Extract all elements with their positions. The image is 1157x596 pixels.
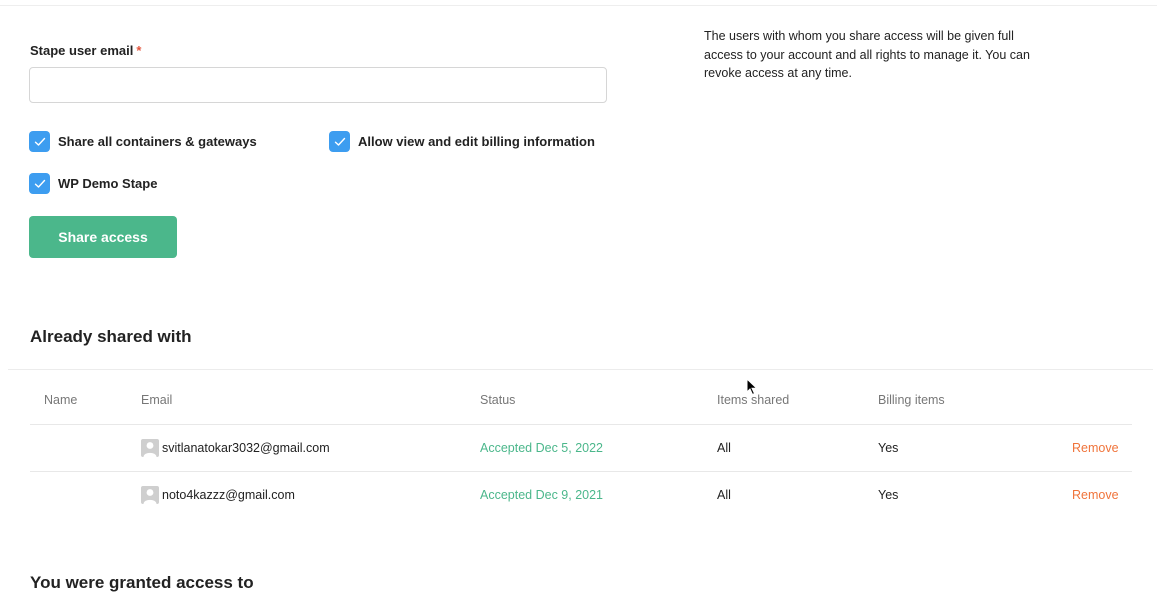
column-header-email: Email xyxy=(141,393,173,407)
share-all-containers-checkbox[interactable] xyxy=(29,131,50,152)
share-access-page: Stape user email * Share all containers &… xyxy=(0,0,1157,596)
share-all-containers-label: Share all containers & gateways xyxy=(58,134,257,149)
required-mark: * xyxy=(136,43,142,58)
checkmark-icon xyxy=(334,137,345,146)
billing-access-checkbox[interactable] xyxy=(329,131,350,152)
cell-billing-items: Yes xyxy=(878,441,899,455)
row-divider xyxy=(30,471,1132,472)
cell-email: noto4kazzz@gmail.com xyxy=(162,488,295,502)
wp-demo-stape-checkbox[interactable] xyxy=(29,173,50,194)
row-divider xyxy=(30,424,1132,425)
remove-link[interactable]: Remove xyxy=(1072,441,1119,455)
email-label: Stape user email * xyxy=(30,43,141,58)
remove-link[interactable]: Remove xyxy=(1072,488,1119,502)
share-access-button[interactable]: Share access xyxy=(29,216,177,258)
mouse-cursor-icon xyxy=(746,378,758,396)
already-shared-title: Already shared with xyxy=(30,327,192,346)
section-divider xyxy=(8,369,1153,370)
avatar-icon xyxy=(141,486,159,504)
wp-demo-stape-option[interactable]: WP Demo Stape xyxy=(29,173,157,194)
cell-items-shared: All xyxy=(717,488,731,502)
cell-status: Accepted Dec 9, 2021 xyxy=(480,488,603,502)
cell-status: Accepted Dec 5, 2022 xyxy=(480,441,603,455)
cell-items-shared: All xyxy=(717,441,731,455)
checkmark-icon xyxy=(34,179,45,188)
checkmark-icon xyxy=(34,137,45,146)
share-all-containers-option[interactable]: Share all containers & gateways xyxy=(29,131,257,152)
top-divider xyxy=(0,5,1157,6)
billing-access-label: Allow view and edit billing information xyxy=(358,134,595,149)
wp-demo-stape-label: WP Demo Stape xyxy=(58,176,158,191)
email-input[interactable] xyxy=(29,67,607,103)
avatar-icon xyxy=(141,439,159,457)
granted-access-title: You were granted access to xyxy=(30,573,254,592)
column-header-status: Status xyxy=(480,393,516,407)
cell-billing-items: Yes xyxy=(878,488,899,502)
billing-access-option[interactable]: Allow view and edit billing information xyxy=(329,131,595,152)
cell-email: svitlanatokar3032@gmail.com xyxy=(162,441,330,455)
column-header-billing-items: Billing items xyxy=(878,393,945,407)
share-info-text: The users with whom you share access wil… xyxy=(704,29,1030,80)
email-label-text: Stape user email xyxy=(30,43,134,58)
column-header-name: Name xyxy=(44,393,78,407)
